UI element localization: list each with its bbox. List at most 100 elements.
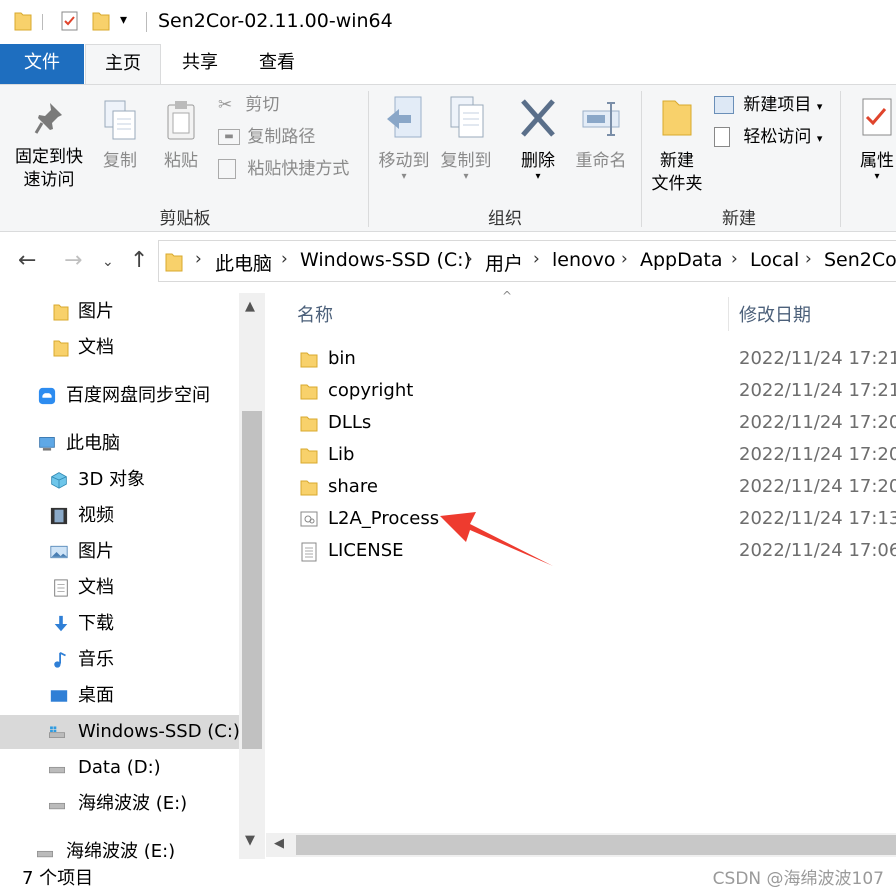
file-date: 2022/11/24 17:20 <box>739 444 896 465</box>
cut-button[interactable]: ✂ 剪切 <box>218 93 279 117</box>
batch-file-icon <box>300 511 318 527</box>
breadcrumb-chevron-icon[interactable]: › <box>805 249 812 269</box>
file-row[interactable]: Lib 2022/11/24 17:20 <box>294 439 896 471</box>
back-arrow-icon[interactable]: ← <box>18 248 36 273</box>
file-row[interactable]: LICENSE 2022/11/24 17:06 <box>294 535 896 567</box>
nav-item-pictures[interactable]: 图片 <box>0 535 239 569</box>
watermark: CSDN @海绵波波107 <box>712 869 884 889</box>
recent-locations-chevron-icon[interactable]: ⌄ <box>102 254 114 270</box>
file-date: 2022/11/24 17:21 <box>739 380 896 401</box>
column-header-date-modified[interactable]: 修改日期 <box>739 301 811 327</box>
tab-file[interactable]: 文件 <box>0 44 84 84</box>
ribbon-divider <box>641 91 642 227</box>
breadcrumb-chevron-icon[interactable]: › <box>533 249 540 269</box>
breadcrumb-lenovo[interactable]: lenovo <box>552 249 616 271</box>
nav-item-label: 音乐 <box>78 649 114 670</box>
pictures-icon <box>50 545 68 559</box>
folder-icon <box>165 253 183 272</box>
breadcrumb-local[interactable]: Local <box>750 249 799 271</box>
scroll-down-icon[interactable]: ▼ <box>245 833 255 848</box>
nav-item-3d-objects[interactable]: 3D 对象 <box>0 463 239 497</box>
copy-to-icon <box>450 96 484 138</box>
file-row[interactable]: DLLs 2022/11/24 17:20 <box>294 407 896 439</box>
tab-home[interactable]: 主页 <box>85 44 161 84</box>
nav-item-this-pc[interactable]: 此电脑 <box>0 427 239 461</box>
new-item-icon <box>714 96 734 114</box>
nav-pane-scrollbar[interactable]: ▲ ▼ <box>239 293 265 859</box>
nav-item-pictures-quick[interactable]: 图片 <box>0 295 239 329</box>
file-name: share <box>328 476 378 497</box>
breadcrumb-chevron-icon[interactable]: › <box>466 249 473 269</box>
breadcrumb-appdata[interactable]: AppData <box>640 249 723 271</box>
forward-arrow-icon[interactable]: → <box>64 248 82 273</box>
breadcrumb-windows-ssd[interactable]: Windows-SSD (C:) <box>300 249 471 271</box>
new-folder-icon[interactable] <box>92 10 110 32</box>
file-row[interactable]: L2A_Process 2022/11/24 17:13 <box>294 503 896 535</box>
tab-view[interactable]: 查看 <box>246 44 308 84</box>
properties-icon[interactable] <box>60 10 80 32</box>
cut-label: 剪切 <box>245 95 280 115</box>
nav-item-desktop[interactable]: 桌面 <box>0 679 239 713</box>
column-header-name[interactable]: 名称 <box>297 301 333 327</box>
nav-item-spongebob-e-root[interactable]: 海绵波波 (E:) <box>0 835 239 859</box>
nav-item-baidu-sync[interactable]: 百度网盘同步空间 <box>0 379 239 413</box>
music-icon <box>54 651 66 668</box>
cube-icon <box>51 472 67 489</box>
copy-path-button[interactable]: ▬ 复制路径 <box>218 125 315 149</box>
breadcrumb-sen2cor[interactable]: Sen2Cor <box>824 249 896 271</box>
delete-label: 删除 <box>521 151 555 171</box>
copy-to-label: 复制到 <box>440 151 492 171</box>
folder-icon <box>300 384 318 400</box>
new-item-dropdown-icon: ▾ <box>816 100 823 113</box>
new-folder-button[interactable]: 新建 文件夹 <box>646 95 708 196</box>
nav-item-videos[interactable]: 视频 <box>0 499 239 533</box>
delete-button[interactable]: 删除 ▾ <box>512 95 564 182</box>
nav-pane-scroll-thumb[interactable] <box>242 411 262 749</box>
file-list-horizontal-scrollbar[interactable]: ◀ <box>266 833 896 857</box>
file-date: 2022/11/24 17:20 <box>739 476 896 497</box>
new-item-button[interactable]: 新建项目 ▾ <box>714 93 822 119</box>
up-arrow-icon[interactable]: ↑ <box>130 248 148 273</box>
nav-item-downloads[interactable]: 下载 <box>0 607 239 641</box>
breadcrumb-chevron-icon[interactable]: › <box>731 249 738 269</box>
quick-access-dropdown-icon[interactable]: ▾ <box>120 12 127 28</box>
scroll-left-icon[interactable]: ◀ <box>274 836 284 851</box>
breadcrumb-chevron-icon[interactable]: › <box>621 249 628 269</box>
address-bar[interactable]: › 此电脑 › Windows-SSD (C:) › 用户 › lenovo ›… <box>158 240 896 282</box>
paste-shortcut-button[interactable]: 粘贴快捷方式 <box>218 157 349 181</box>
nav-item-spongebob-e[interactable]: 海绵波波 (E:) <box>0 787 239 821</box>
tab-share[interactable]: 共享 <box>170 44 230 84</box>
file-row[interactable]: share 2022/11/24 17:20 <box>294 471 896 503</box>
nav-item-music[interactable]: 音乐 <box>0 643 239 677</box>
folder-icon <box>300 480 318 496</box>
properties-button[interactable]: 属性 ▾ <box>852 95 896 182</box>
windows-drive-icon <box>49 726 65 738</box>
new-folder-label-2: 文件夹 <box>651 174 703 194</box>
copy-to-button[interactable]: 复制到 ▾ <box>436 95 496 182</box>
rename-button[interactable]: 重命名 <box>570 95 632 173</box>
file-row[interactable]: bin 2022/11/24 17:21 <box>294 343 896 375</box>
scroll-up-icon[interactable]: ▲ <box>245 299 255 314</box>
breadcrumb-users[interactable]: 用户 <box>485 249 523 276</box>
horizontal-scroll-thumb[interactable] <box>296 835 896 855</box>
pin-to-quick-access-button[interactable]: 固定到快 速访问 <box>10 99 88 192</box>
nav-item-label: 百度网盘同步空间 <box>66 385 210 406</box>
nav-item-documents-quick[interactable]: 文档 <box>0 331 239 365</box>
folder-icon[interactable] <box>14 10 32 32</box>
easy-access-button[interactable]: 轻松访问 ▾ <box>714 125 822 151</box>
delete-x-icon <box>521 99 555 137</box>
nav-item-data-d[interactable]: Data (D:) <box>0 751 239 785</box>
nav-item-windows-ssd[interactable]: Windows-SSD (C:) <box>0 715 240 749</box>
copy-button[interactable]: 复制 <box>95 99 145 173</box>
breadcrumb-this-pc[interactable]: 此电脑 <box>215 249 272 276</box>
nav-item-label: 此电脑 <box>66 433 120 454</box>
move-to-button[interactable]: 移动到 ▾ <box>374 95 434 182</box>
breadcrumb-chevron-icon[interactable]: › <box>195 249 202 269</box>
breadcrumb-chevron-icon[interactable]: › <box>281 249 288 269</box>
folder-icon <box>53 340 69 357</box>
nav-item-label: Data (D:) <box>78 757 161 778</box>
paste-button[interactable]: 粘贴 <box>155 99 207 173</box>
title-bar: ▾ Sen2Cor-02.11.00-win64 <box>0 0 896 44</box>
nav-item-documents[interactable]: 文档 <box>0 571 239 605</box>
file-row[interactable]: copyright 2022/11/24 17:21 <box>294 375 896 407</box>
